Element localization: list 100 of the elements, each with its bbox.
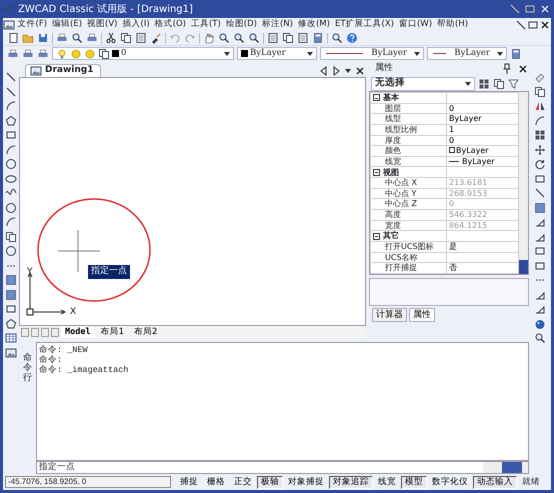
close-button-icon[interactable] (539, 3, 551, 15)
menu-item[interactable]: 文件(F) (15, 18, 50, 31)
menu-item[interactable]: 窗口(W) (396, 18, 435, 31)
select-objects-icon[interactable] (478, 78, 490, 90)
status-toggle[interactable]: 数字化仪 (428, 476, 472, 488)
layout-tab[interactable]: Model (61, 326, 95, 338)
preview-icon[interactable] (71, 32, 83, 44)
command-input[interactable]: 指定一点 (36, 461, 529, 474)
new-icon[interactable] (7, 32, 19, 44)
menu-item[interactable]: 标注(N) (259, 18, 296, 31)
pin-icon[interactable] (501, 62, 513, 74)
next-button[interactable] (41, 328, 49, 336)
move-icon[interactable] (534, 144, 546, 156)
copy-icon[interactable] (120, 32, 132, 44)
document-tab[interactable]: Drawing1 (25, 64, 100, 77)
close-icon[interactable] (517, 62, 529, 74)
property-value[interactable]: ByLayer (446, 146, 518, 156)
status-toggle[interactable]: 动态输入 (473, 476, 517, 488)
mirror-icon[interactable] (534, 100, 546, 112)
copy-icon[interactable] (534, 86, 546, 98)
section-header[interactable]: 其它 (370, 230, 446, 242)
calculator-icon[interactable] (312, 32, 324, 44)
last-button[interactable] (51, 328, 59, 336)
hatch-icon[interactable] (5, 274, 17, 286)
layout-tab[interactable]: 布局1 (96, 326, 128, 338)
print-icon[interactable] (56, 32, 68, 44)
menu-item[interactable]: 帮助(H) (434, 18, 471, 31)
menu-item[interactable]: ET扩展工具(X) (332, 18, 396, 31)
layer-dropdown[interactable]: 0 (52, 47, 234, 60)
status-toggle[interactable]: 模型 (401, 476, 427, 488)
collapse-toggle[interactable] (373, 232, 380, 240)
close-button-icon[interactable] (539, 18, 551, 30)
property-value[interactable]: 0 (446, 135, 518, 146)
selection-dropdown[interactable]: 无选择 (371, 76, 475, 90)
erase-icon[interactable] (534, 71, 546, 83)
property-value[interactable]: 是 (446, 241, 518, 252)
lineweight-dropdown[interactable]: ByLayer (427, 47, 507, 60)
color-dropdown[interactable]: ByLayer (237, 47, 317, 60)
brush-icon[interactable] (150, 32, 162, 44)
sun-icon (84, 48, 96, 60)
status-toggle[interactable]: 线宽 (374, 476, 400, 488)
collapse-toggle[interactable] (373, 168, 380, 176)
first-button[interactable] (21, 328, 29, 336)
menu-item[interactable]: 修改(M) (295, 18, 332, 31)
property-value[interactable]: ByLayer (446, 156, 518, 167)
property-label: 高度 (370, 210, 446, 220)
panel-tab[interactable]: 计算器 (372, 308, 407, 322)
scrollbar[interactable] (483, 462, 528, 473)
polygon-icon[interactable] (5, 114, 17, 126)
menu-item[interactable]: 编辑(E) (50, 18, 85, 31)
quick-select-icon[interactable] (493, 78, 505, 90)
collapse-toggle[interactable] (373, 94, 380, 102)
panel-tab[interactable]: 属性 (409, 308, 435, 322)
property-value[interactable]: 否 (446, 262, 518, 274)
command-label: 命令行 (23, 354, 32, 385)
drawing-canvas[interactable]: Y X 指定一点 (19, 77, 366, 326)
property-label: UCS名称 (370, 252, 446, 263)
rotate-icon[interactable] (534, 158, 546, 170)
status-toggle[interactable]: 极轴 (257, 476, 283, 488)
save-icon[interactable] (37, 32, 49, 44)
axis-label: Y (27, 266, 32, 279)
menu-item[interactable]: 格式(O) (152, 18, 188, 31)
line-icon[interactable] (5, 71, 17, 83)
rectangle-icon[interactable] (5, 129, 17, 141)
search-icon[interactable] (331, 32, 343, 44)
property-value[interactable]: ByLayer (446, 114, 518, 124)
calculator-icon[interactable] (510, 48, 522, 60)
array-icon[interactable] (534, 129, 546, 141)
linetype-dropdown[interactable]: ByLayer (320, 47, 424, 60)
pan-icon[interactable] (203, 32, 215, 44)
arc-icon[interactable] (5, 144, 17, 156)
status-toggle[interactable]: 正交 (230, 476, 256, 488)
help-icon[interactable] (346, 32, 358, 44)
status-toggle[interactable]: 捕捉 (176, 476, 202, 488)
picture-icon[interactable] (5, 346, 17, 358)
crosshair-cursor (58, 230, 100, 272)
scrollbar[interactable] (519, 92, 528, 274)
paste-icon[interactable] (135, 32, 147, 44)
close-icon[interactable] (354, 65, 366, 77)
section-header[interactable]: 基本 (370, 92, 446, 104)
menu-item[interactable]: 绘图(D) (223, 18, 260, 31)
status-toggle[interactable]: 对象捕捉 (284, 476, 328, 488)
pages-icon[interactable] (282, 32, 294, 44)
cut-icon[interactable] (105, 32, 117, 44)
menu-item[interactable]: 插入(I) (120, 18, 152, 31)
section-header[interactable]: 视图 (370, 166, 446, 178)
status-toggle[interactable]: 对象追踪 (329, 476, 373, 488)
sun-icon (70, 48, 82, 60)
zoom-icon[interactable] (218, 32, 230, 44)
maximize-button-icon[interactable] (524, 3, 536, 15)
property-value[interactable]: 0 (446, 103, 518, 114)
layout-tab[interactable]: 布局2 (130, 326, 162, 338)
menu-item[interactable]: 视图(V) (84, 18, 120, 31)
property-value[interactable]: 1 (446, 124, 518, 136)
status-toggle[interactable]: 栅格 (203, 476, 229, 488)
menu-item[interactable]: 工具(T) (188, 18, 224, 31)
table-icon[interactable] (5, 332, 17, 344)
previous-button[interactable] (31, 328, 39, 336)
circle-icon[interactable] (5, 158, 17, 170)
restore-button-icon[interactable] (527, 18, 539, 30)
